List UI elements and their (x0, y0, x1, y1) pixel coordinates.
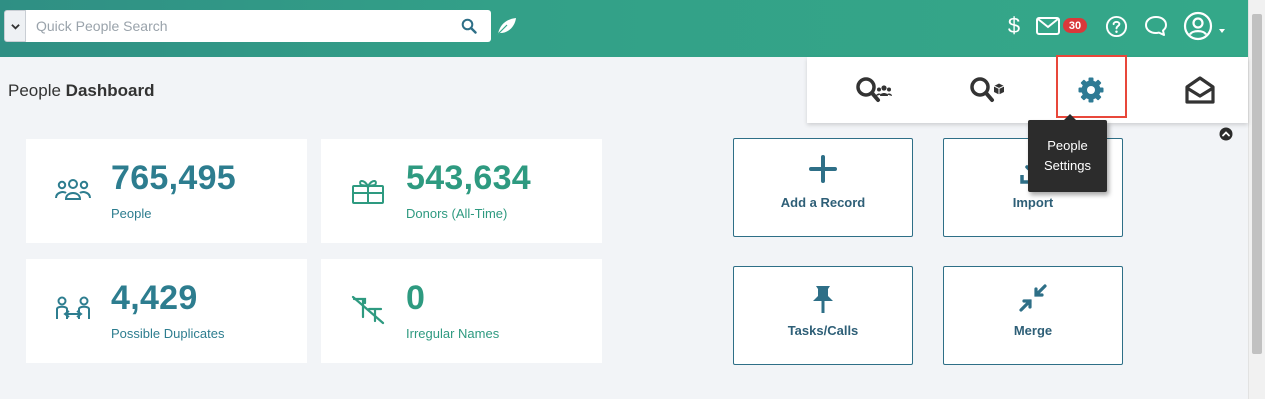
stat-card-donors[interactable]: 543,634 Donors (All-Time) (321, 139, 602, 243)
settings-highlight (1056, 55, 1127, 118)
stat-card-irregular-names[interactable]: 0 Irregular Names (321, 259, 602, 363)
action-label: Merge (1013, 323, 1053, 338)
stat-label: Donors (All-Time) (406, 206, 508, 221)
scrollbar-thumb[interactable] (1252, 14, 1262, 354)
stat-value: 4,429 (111, 279, 198, 317)
page-title: People Dashboard (8, 81, 154, 101)
stat-label: Irregular Names (406, 326, 500, 341)
tooltip-line: People (1047, 138, 1088, 153)
page-title-bold: Dashboard (65, 81, 155, 100)
search-people-icon (856, 77, 892, 102)
scrollbar[interactable] (1248, 0, 1265, 399)
mail-icon[interactable] (1035, 13, 1061, 39)
search-scope-dropdown[interactable] (4, 10, 26, 42)
action-label: Tasks/Calls (787, 323, 859, 338)
chat-icon[interactable] (1144, 13, 1168, 39)
tasks-calls-button[interactable]: Tasks/Calls (733, 266, 913, 365)
search-input[interactable] (26, 10, 491, 42)
merge-icon (944, 283, 1122, 315)
chevron-down-icon (10, 23, 20, 30)
stat-card-duplicates[interactable]: 4,429 Possible Duplicates (26, 259, 307, 363)
duplicates-icon (56, 296, 90, 319)
stat-card-people[interactable]: 765,495 People (26, 139, 307, 243)
add-record-button[interactable]: Add a Record (733, 138, 913, 237)
user-caret-icon[interactable] (1219, 29, 1225, 33)
search-people-button[interactable] (839, 57, 909, 123)
collapse-panel-icon[interactable] (1219, 127, 1233, 141)
action-label: Add a Record (780, 195, 866, 210)
plus-icon (734, 155, 912, 187)
search-icon[interactable] (461, 18, 477, 34)
page-title-light: People (8, 81, 61, 100)
user-icon[interactable] (1183, 11, 1213, 41)
people-settings-tooltip: People Settings (1028, 120, 1107, 192)
irregular-names-icon (351, 295, 385, 325)
tooltip-line: Settings (1044, 158, 1091, 173)
leaf-icon (496, 18, 516, 36)
gift-icon (352, 180, 384, 204)
dollar-icon[interactable]: $ (1006, 13, 1022, 39)
people-group-icon (55, 179, 91, 200)
search-box (26, 10, 491, 42)
search-packages-button[interactable] (953, 57, 1023, 123)
mail-badge: 30 (1063, 18, 1087, 33)
quick-search (4, 10, 491, 42)
pin-icon (734, 283, 912, 315)
open-mail-icon (1185, 76, 1215, 104)
top-bar: $ 30 (0, 0, 1248, 57)
stat-value: 765,495 (111, 159, 237, 197)
quick-actions-panel (807, 57, 1248, 123)
stat-value: 0 (406, 279, 426, 317)
search-packages-icon (970, 77, 1005, 102)
mail-settings-button[interactable] (1165, 57, 1235, 123)
help-icon[interactable] (1104, 13, 1128, 39)
stat-value: 543,634 (406, 159, 532, 197)
stat-label: Possible Duplicates (111, 326, 225, 341)
stat-label: People (111, 206, 152, 221)
action-label: Import (1012, 195, 1054, 210)
merge-button[interactable]: Merge (943, 266, 1123, 365)
